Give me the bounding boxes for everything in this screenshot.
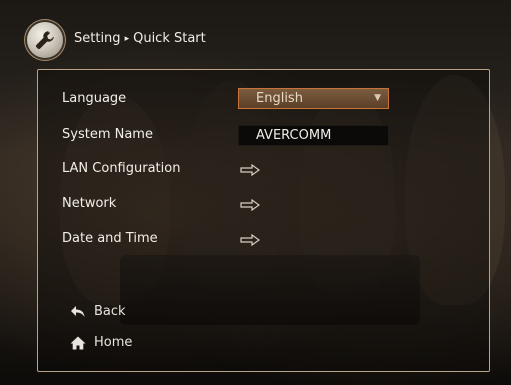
lan-configuration-label[interactable]: LAN Configuration [62, 161, 180, 176]
language-label: Language [62, 91, 127, 106]
breadcrumb-page: Quick Start [133, 31, 206, 46]
header: Setting ▸ Quick Start [0, 0, 511, 60]
breadcrumb-separator: ▸ [124, 34, 130, 44]
arrow-right-icon[interactable] [240, 234, 260, 246]
breadcrumb-section[interactable]: Setting [74, 31, 121, 46]
home-icon [70, 336, 86, 349]
language-select[interactable]: English ▼ [238, 88, 389, 109]
home-button[interactable]: Home [70, 335, 132, 350]
back-label: Back [94, 304, 126, 319]
network-label[interactable]: Network [62, 196, 116, 211]
arrow-right-icon[interactable] [240, 164, 260, 176]
arrow-right-icon[interactable] [240, 199, 260, 211]
undo-arrow-icon [71, 305, 85, 317]
breadcrumb: Setting ▸ Quick Start [74, 31, 206, 46]
language-value: English [256, 91, 303, 106]
chevron-down-icon: ▼ [374, 93, 381, 103]
date-and-time-label[interactable]: Date and Time [62, 231, 158, 246]
home-label: Home [94, 335, 133, 350]
quick-start-panel [37, 69, 490, 372]
wrench-icon [27, 22, 63, 58]
system-name-input[interactable] [238, 125, 389, 146]
back-button[interactable]: Back [70, 304, 126, 319]
system-name-label: System Name [62, 127, 153, 142]
